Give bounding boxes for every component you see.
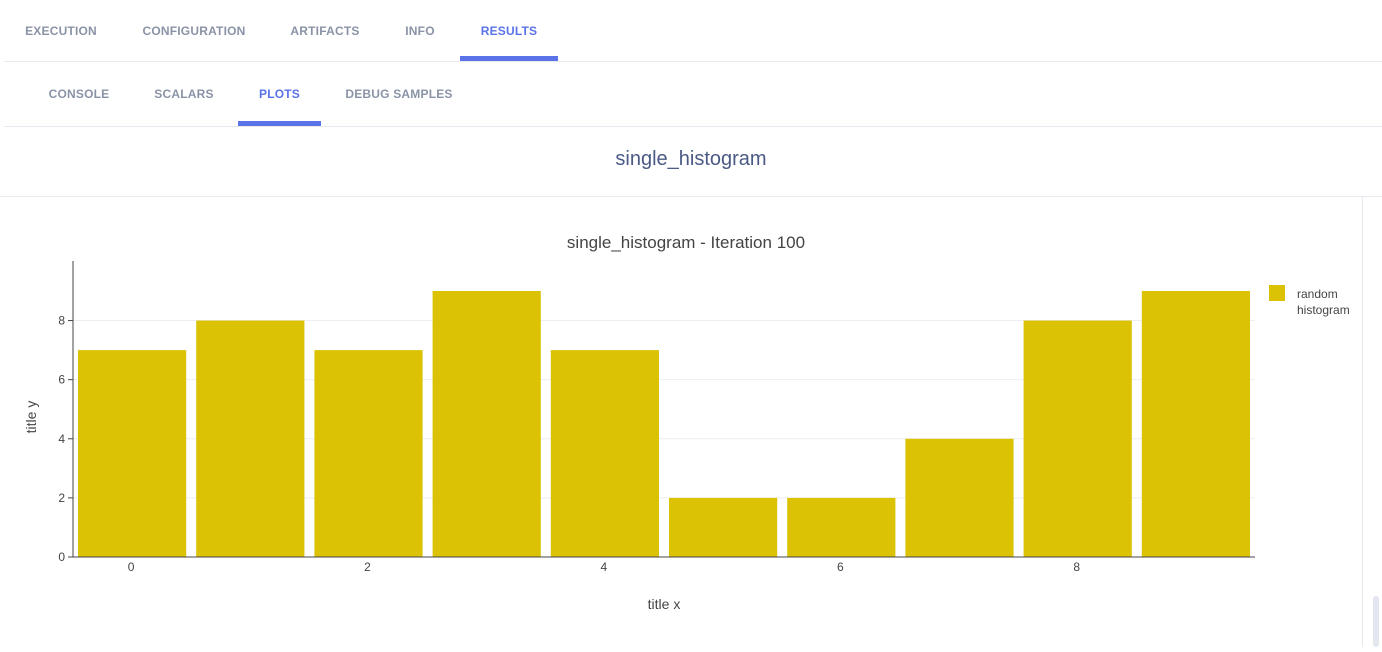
y-tick-label: 6 — [58, 373, 65, 387]
x-tick-label: 2 — [364, 560, 371, 574]
y-tick-label: 0 — [58, 550, 65, 564]
tab-execution[interactable]: EXECUTION — [4, 0, 118, 61]
bar — [787, 497, 896, 557]
tab-plots[interactable]: PLOTS — [238, 62, 321, 126]
scrollbar-thumb[interactable] — [1373, 596, 1379, 647]
x-tick-label: 6 — [837, 560, 844, 574]
x-tick-label: 8 — [1073, 560, 1080, 574]
bar — [432, 291, 541, 557]
legend-label: histogram — [1297, 303, 1350, 317]
tab-debug-samples[interactable]: DEBUG SAMPLES — [327, 62, 471, 126]
tab-info[interactable]: INFO — [380, 0, 460, 61]
top-tab-bar: EXECUTION CONFIGURATION ARTIFACTS INFO R… — [4, 0, 1382, 62]
bar — [1141, 291, 1250, 557]
histogram-chart[interactable]: 0 2 4 6 8 0 2 4 6 8 single_histogram - Iteration 1… — [0, 197, 1363, 647]
x-tick-label: 4 — [601, 560, 608, 574]
chart-title: single_histogram - Iteration 100 — [567, 233, 805, 252]
legend-label: random — [1297, 287, 1338, 301]
plot-area: 0 2 4 6 8 0 2 4 6 8 single_histogram - Iteration 1… — [0, 197, 1363, 647]
tab-artifacts[interactable]: ARTIFACTS — [270, 0, 380, 61]
tab-results[interactable]: RESULTS — [460, 0, 558, 61]
y-tick-label: 8 — [58, 314, 65, 328]
y-tick-label: 2 — [58, 491, 65, 505]
legend-swatch — [1269, 285, 1285, 301]
bar — [78, 350, 187, 557]
x-tick-label: 0 — [128, 560, 135, 574]
sub-tab-bar: CONSOLE SCALARS PLOTS DEBUG SAMPLES — [4, 62, 1382, 127]
plot-section-header: single_histogram — [0, 127, 1382, 197]
y-tick-label: 4 — [58, 432, 65, 446]
bar — [550, 350, 659, 557]
tab-console[interactable]: CONSOLE — [30, 62, 128, 126]
bar — [905, 438, 1014, 557]
bar — [669, 497, 778, 557]
tab-configuration[interactable]: CONFIGURATION — [118, 0, 270, 61]
x-axis-label: title x — [648, 596, 681, 612]
bar — [196, 320, 305, 557]
bar — [314, 350, 423, 557]
plot-section-title: single_histogram — [615, 148, 767, 170]
y-axis-label: title y — [23, 401, 39, 434]
tab-scalars[interactable]: SCALARS — [134, 62, 234, 126]
bar — [1023, 320, 1132, 557]
